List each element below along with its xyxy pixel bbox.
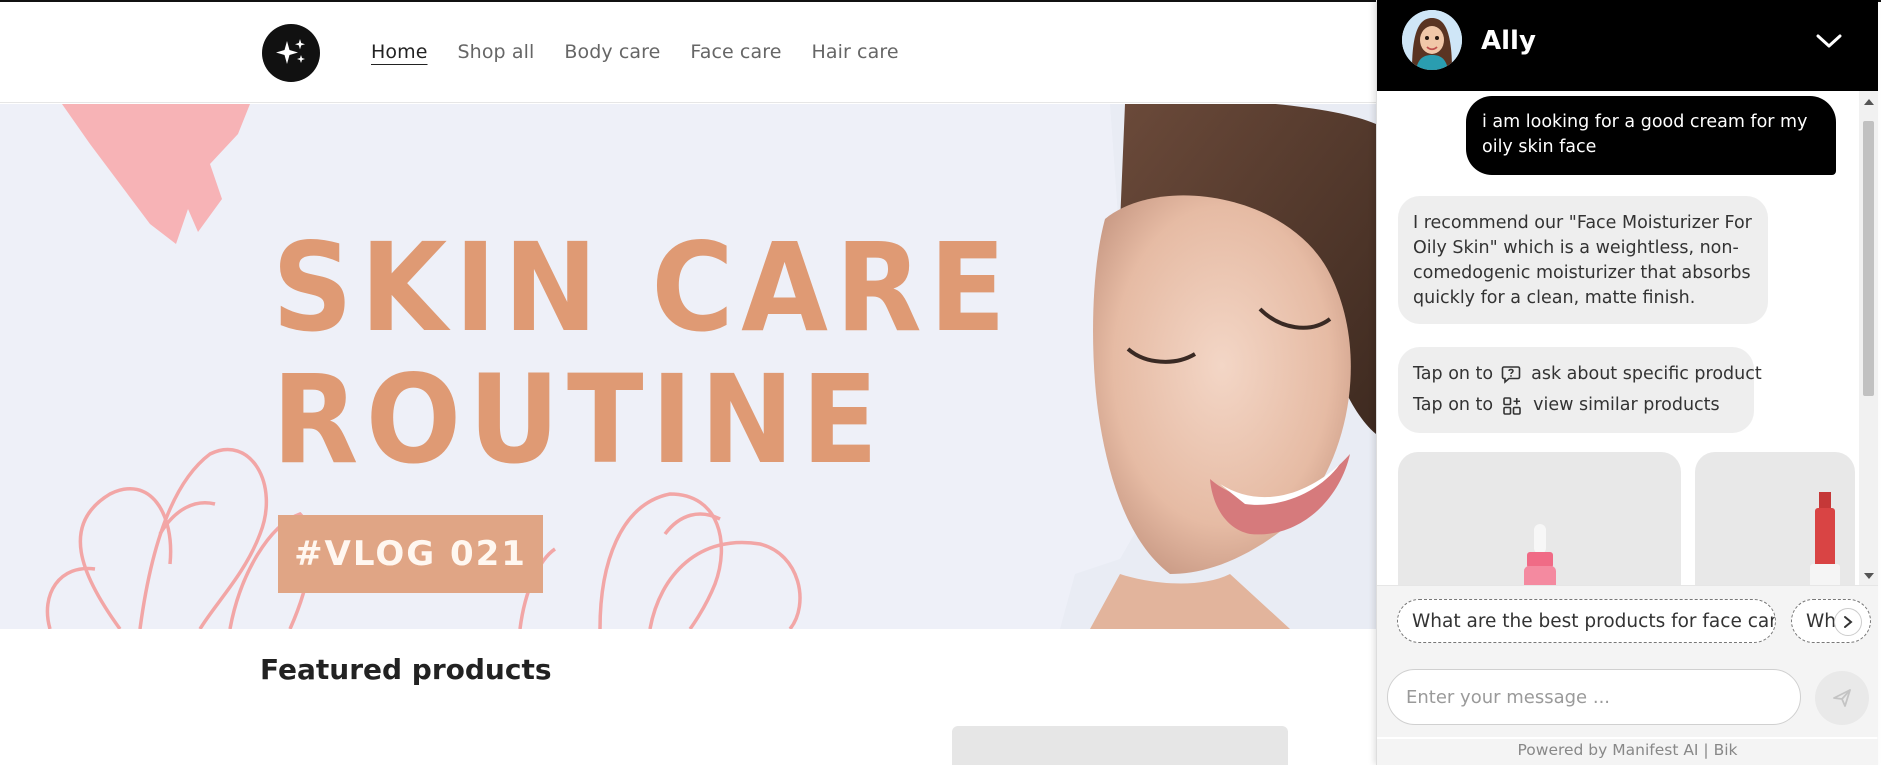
sparkles-icon xyxy=(276,39,305,64)
product-card[interactable] xyxy=(1695,452,1855,585)
product-card[interactable] xyxy=(1398,452,1681,585)
chevron-down-icon xyxy=(1816,34,1842,48)
suggestion-bar: What are the best products for face care… xyxy=(1377,585,1878,657)
featured-products-heading: Featured products xyxy=(260,653,552,686)
hero-banner[interactable]: SKIN CARE ROUTINE #VLOG 021 xyxy=(0,104,1376,629)
chat-question-icon xyxy=(1501,365,1521,385)
send-button[interactable] xyxy=(1815,671,1869,725)
next-suggestions-button[interactable] xyxy=(1834,608,1862,636)
chevron-right-icon xyxy=(1844,616,1853,628)
site-header: Home Shop all Body care Face care Hair c… xyxy=(0,2,1376,103)
message-list[interactable]: i am looking for a good cream for my oil… xyxy=(1377,91,1859,585)
tip-ask-label: ask about specific product xyxy=(1531,364,1762,384)
featured-product-card[interactable] xyxy=(952,726,1288,765)
tip-similar-row: Tap on to view similar products xyxy=(1413,390,1739,421)
grid-plus-icon xyxy=(1501,396,1523,416)
nav-body-care[interactable]: Body care xyxy=(564,41,660,63)
nav-shop-all[interactable]: Shop all xyxy=(458,41,535,63)
nav-hair-care[interactable]: Hair care xyxy=(812,41,899,63)
send-icon xyxy=(1833,689,1851,707)
hero-vlog-tag: #VLOG 021 xyxy=(278,515,543,593)
message-scrollbar[interactable] xyxy=(1859,91,1878,585)
suggestion-chip[interactable]: What are the best products for face care… xyxy=(1397,599,1776,643)
hero-vlog-tag-text: #VLOG 021 xyxy=(294,534,527,574)
cream-tube-image xyxy=(1810,492,1840,585)
powered-by-footer[interactable]: Powered by Manifest AI | Bik xyxy=(1377,739,1878,765)
chat-header: Ally xyxy=(1377,0,1878,91)
nav-face-care[interactable]: Face care xyxy=(690,41,781,63)
scroll-thumb[interactable] xyxy=(1863,121,1874,396)
tip-prefix: Tap on to xyxy=(1413,395,1494,415)
message-composer xyxy=(1377,657,1878,737)
tip-prefix: Tap on to xyxy=(1413,364,1494,384)
bot-name: Ally xyxy=(1481,26,1536,56)
scroll-up-arrow[interactable] xyxy=(1864,99,1874,105)
tip-similar-label: view similar products xyxy=(1533,395,1720,415)
user-message: i am looking for a good cream for my oil… xyxy=(1466,96,1836,175)
collapse-chat-button[interactable] xyxy=(1811,26,1847,56)
message-input[interactable] xyxy=(1387,669,1801,725)
bot-message: I recommend our "Face Moisturizer For Oi… xyxy=(1398,196,1768,324)
nav-home[interactable]: Home xyxy=(371,41,428,63)
scroll-down-arrow[interactable] xyxy=(1864,573,1874,579)
serum-bottle-image xyxy=(1524,524,1556,585)
store-logo[interactable] xyxy=(262,24,320,82)
hero-title-line2: ROUTINE xyxy=(272,349,886,491)
bot-avatar xyxy=(1402,10,1462,70)
tips-message: Tap on to ask about specific product Tap… xyxy=(1398,347,1762,433)
main-nav: Home Shop all Body care Face care Hair c… xyxy=(371,41,899,63)
bot-avatar-image xyxy=(1402,10,1462,70)
hero-title-line1: SKIN CARE xyxy=(272,217,1014,359)
chat-widget: Ally i am looking for a good cream for m… xyxy=(1376,0,1878,765)
hero-title: SKIN CARE ROUTINE xyxy=(272,222,1013,486)
tip-ask-row: Tap on to ask about specific product xyxy=(1413,359,1762,390)
